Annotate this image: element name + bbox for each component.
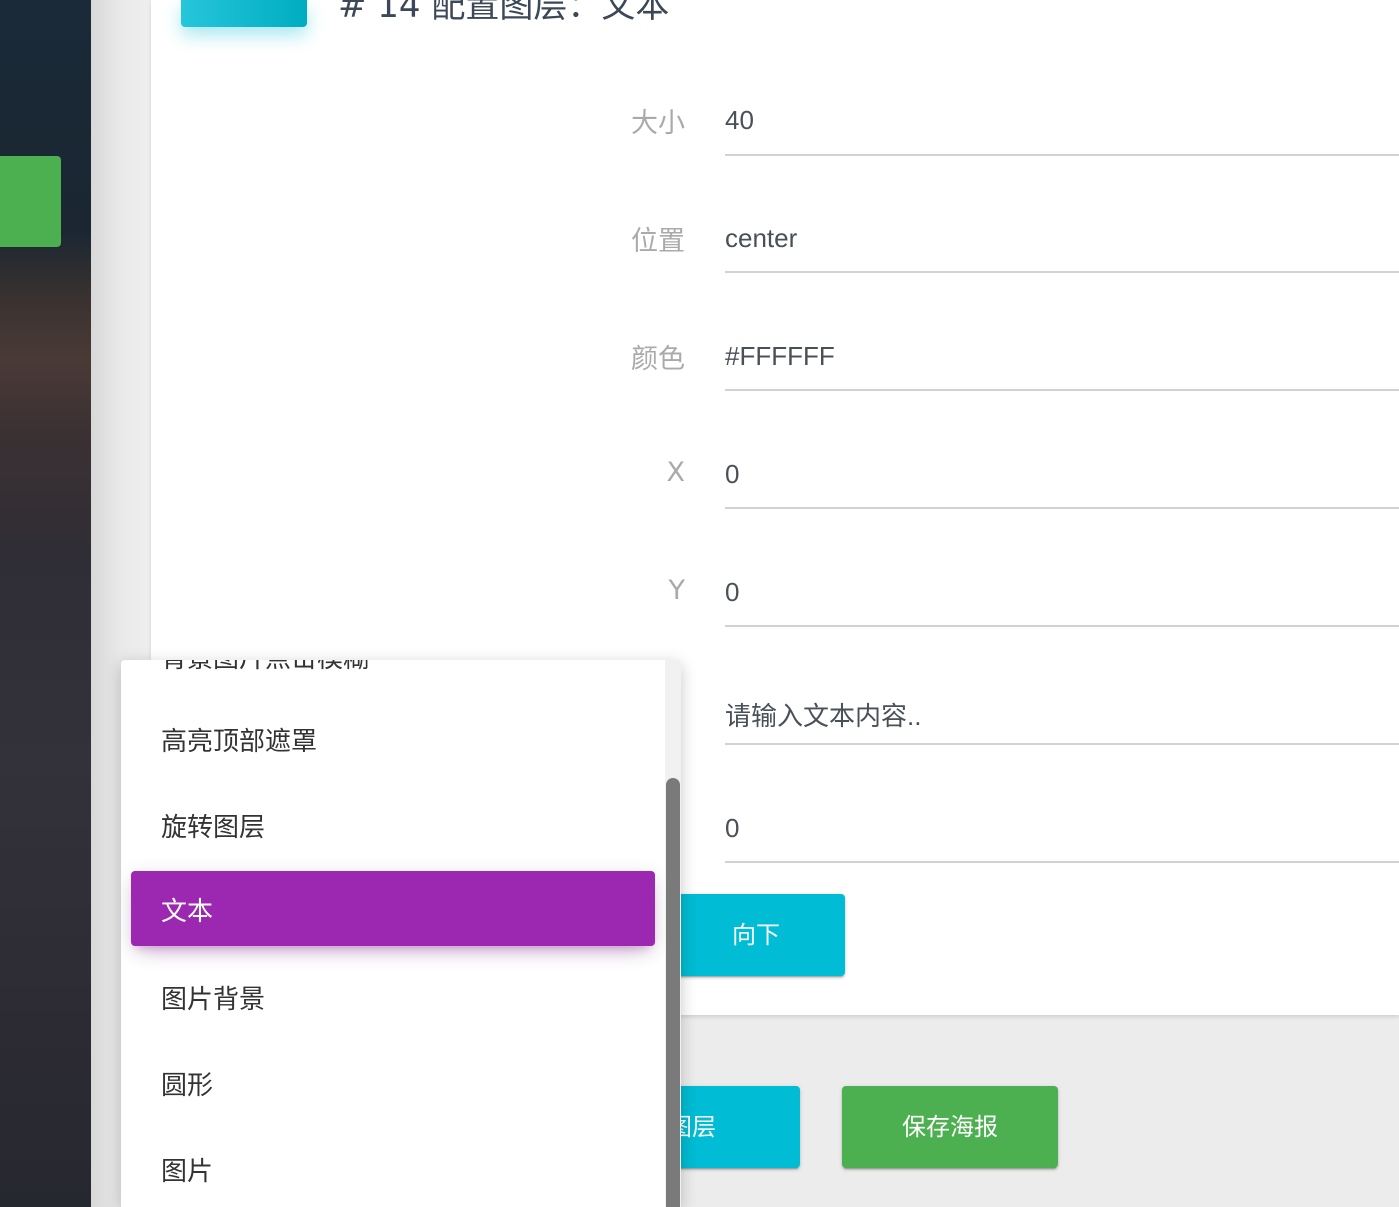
size-input-underline <box>725 154 1399 156</box>
dropdown-item-blur-background[interactable]: 背景图片点击模糊 <box>161 660 369 675</box>
sidebar-active-item[interactable] <box>0 156 61 247</box>
color-input[interactable]: #FFFFFF <box>725 341 835 372</box>
dropdown-item-image-background[interactable]: 图片背景 <box>161 979 265 1016</box>
text-content-underline <box>725 743 1399 745</box>
x-input-underline <box>725 507 1399 509</box>
dropdown-item-circle[interactable]: 圆形 <box>161 1065 213 1102</box>
text-content-input[interactable]: 请输入文本内容.. <box>725 696 921 733</box>
dropdown-item-rotate-layer[interactable]: 旋转图层 <box>161 807 265 844</box>
y-input-underline <box>725 625 1399 627</box>
position-input-underline <box>725 271 1399 273</box>
size-input[interactable]: 40 <box>725 105 754 136</box>
color-label: 颜色 <box>631 344 685 375</box>
x-input[interactable]: 0 <box>725 459 739 490</box>
dropdown-item-text-selected[interactable]: 文本 <box>131 871 655 946</box>
card-header-icon <box>181 0 307 27</box>
size-label: 大小 <box>631 108 685 139</box>
move-down-button[interactable]: 向下 <box>667 894 845 976</box>
number-input[interactable]: 0 <box>725 813 739 844</box>
dropdown-scrollbar-thumb[interactable] <box>666 778 680 1207</box>
move-down-label: 向下 <box>732 921 780 949</box>
position-label: 位置 <box>631 226 685 257</box>
y-input[interactable]: 0 <box>725 577 739 608</box>
number-input-underline <box>725 861 1399 863</box>
dropdown-item-image[interactable]: 图片 <box>161 1151 213 1188</box>
dropdown-item-text-label: 文本 <box>161 897 214 927</box>
y-label: Y <box>668 575 686 606</box>
layer-type-dropdown[interactable]: 背景图片点击模糊 高亮顶部遮罩 旋转图层 文本 图片背景 圆形 图片 <box>121 660 681 1207</box>
dropdown-item-highlight-mask[interactable]: 高亮顶部遮罩 <box>161 721 317 758</box>
x-label: X <box>666 457 686 488</box>
color-input-underline <box>725 389 1399 391</box>
save-poster-button[interactable]: 保存海报 <box>842 1086 1058 1168</box>
card-title: # 14 配置图层：文本 <box>338 0 670 26</box>
position-input[interactable]: center <box>725 223 797 254</box>
save-poster-label: 保存海报 <box>902 1113 998 1141</box>
